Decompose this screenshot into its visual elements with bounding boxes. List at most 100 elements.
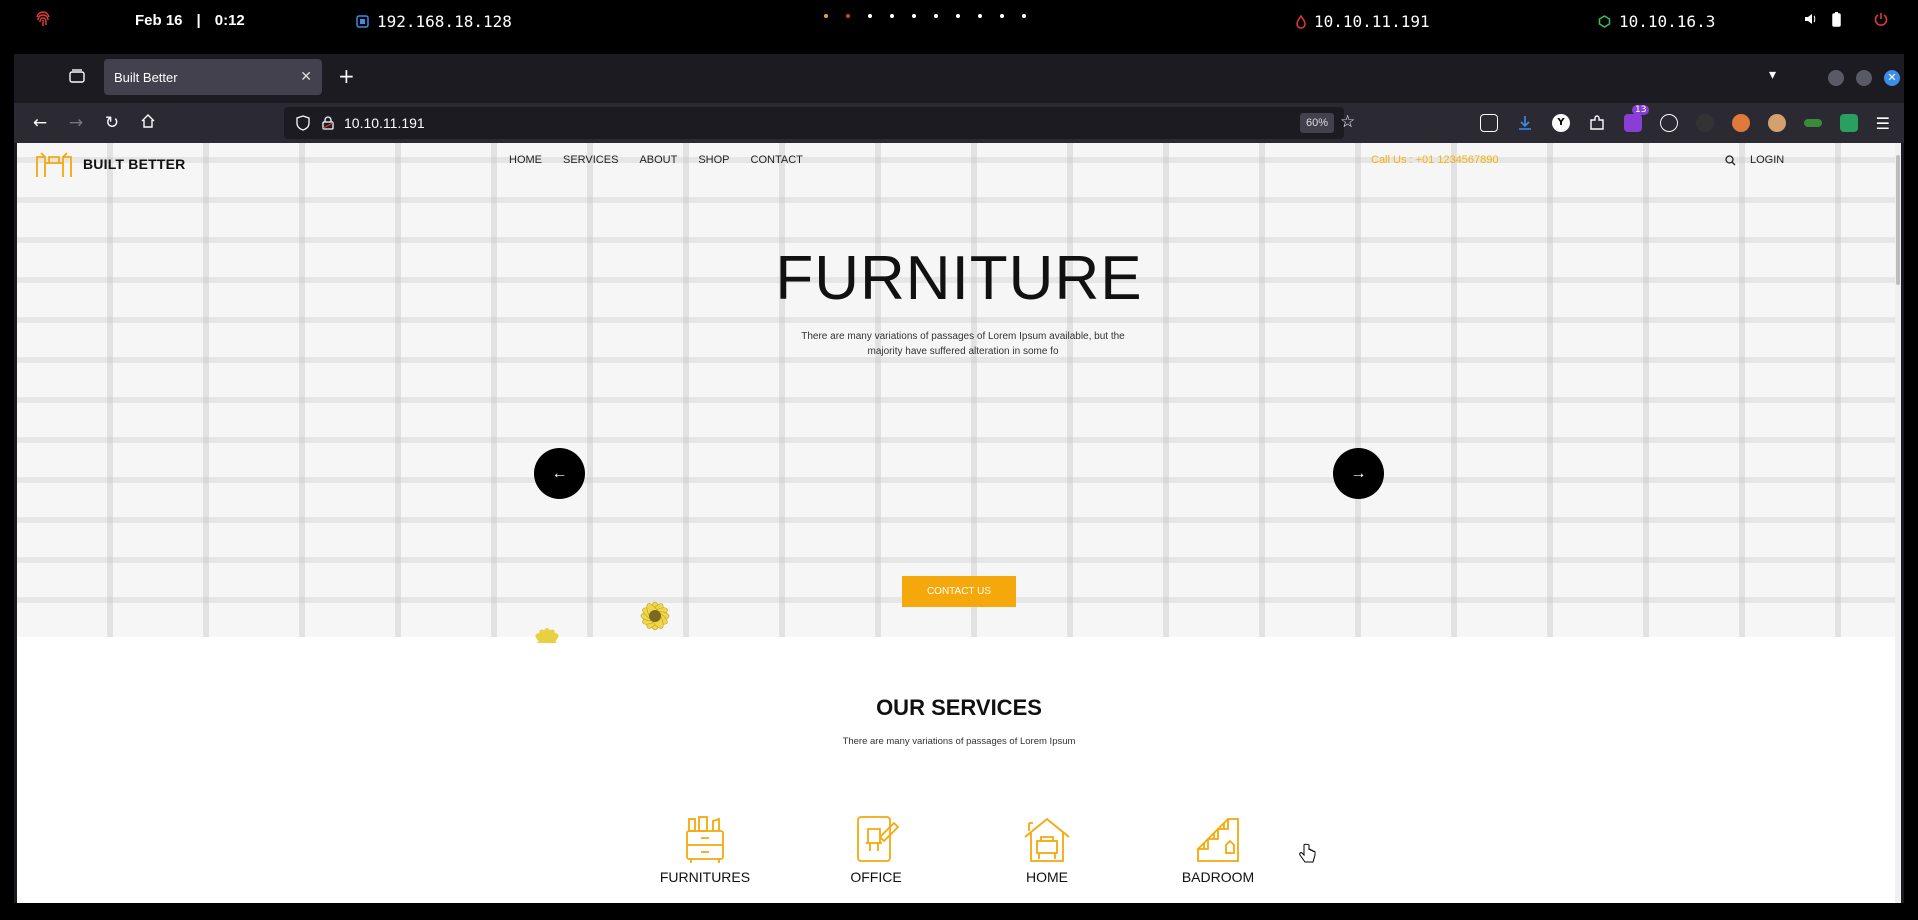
service-item[interactable]: FURNITURES — [645, 813, 765, 885]
maximize-icon[interactable] — [1856, 70, 1872, 86]
page-viewport: BUILT BETTER HOME SERVICES ABOUT SHOP CO… — [17, 143, 1901, 903]
url-text[interactable]: 10.10.11.191 — [344, 115, 425, 131]
minimize-icon[interactable] — [1828, 70, 1844, 86]
carousel-next-button[interactable]: → — [1333, 448, 1384, 499]
extension-face-icon[interactable] — [1732, 114, 1750, 132]
workspace-dots[interactable] — [824, 14, 1026, 18]
close-tab-icon[interactable]: ✕ — [300, 68, 312, 85]
forward-icon[interactable]: → — [66, 113, 86, 133]
cookie-icon[interactable] — [1660, 114, 1678, 132]
bookmark-star-icon[interactable]: ☆ — [1340, 112, 1355, 132]
extension-purple-icon[interactable] — [1624, 114, 1642, 132]
power-icon[interactable] — [1874, 12, 1888, 26]
address-bar[interactable]: 10.10.11.191 60% ☆ — [284, 107, 1355, 139]
logo-icon — [36, 152, 72, 177]
home-icon[interactable] — [138, 113, 158, 133]
extension-avatar-icon[interactable] — [1768, 114, 1786, 132]
os-date-separator: | — [196, 12, 201, 29]
shield-icon — [296, 115, 310, 131]
service-label: BADROOM — [1181, 869, 1255, 885]
hat-icon[interactable] — [1696, 114, 1714, 132]
zoom-level[interactable]: 60% — [1300, 113, 1335, 133]
extension-green-icon[interactable] — [1804, 119, 1822, 127]
os-time: 0:12 — [214, 12, 245, 29]
os-date: Feb 16 — [135, 12, 183, 29]
new-tab-icon[interactable]: + — [338, 66, 355, 86]
workspace-dot[interactable] — [868, 14, 872, 18]
hero-section: BUILT BETTER HOME SERVICES ABOUT SHOP CO… — [17, 143, 1901, 643]
service-label: OFFICE — [850, 869, 902, 885]
workspace-dot[interactable] — [890, 14, 894, 18]
vm-ip: 192.168.18.128 — [377, 12, 512, 31]
close-window-icon[interactable]: ✕ — [1884, 70, 1900, 86]
nav-services[interactable]: SERVICES — [563, 154, 618, 166]
browser-window: Built Better ✕ + ▾ ✕ ← → ↻ 10.10.11.191 … — [14, 54, 1904, 903]
chevron-down-icon[interactable]: ▾ — [1769, 67, 1776, 83]
puzzle-icon[interactable] — [1588, 114, 1606, 132]
pocket-icon[interactable] — [1480, 114, 1498, 132]
services-title: OUR SERVICES — [876, 695, 1042, 720]
hero-description: There are many variations of passages of… — [801, 331, 1125, 357]
workspace-dot[interactable] — [956, 14, 960, 18]
stairs-icon — [1197, 818, 1239, 862]
os-top-bar: Feb 16 | 0:12 192.168.18.128 10.10.11.19… — [0, 0, 1918, 42]
reload-icon[interactable]: ↻ — [102, 113, 122, 133]
flower-decoration — [535, 628, 559, 643]
page-scrollbar[interactable] — [1895, 143, 1901, 903]
flower-decoration — [640, 601, 670, 631]
volume-icon[interactable] — [1804, 13, 1818, 25]
carousel-prev-button[interactable]: ← — [534, 448, 585, 499]
vpn-ip: 10.10.16.3 — [1619, 12, 1716, 31]
service-item[interactable]: HOME — [987, 813, 1107, 885]
nav-toolbar: ← → ↻ 10.10.11.191 60% ☆ Y 13 ☰ — [14, 103, 1904, 143]
vm-ip-widget: 192.168.18.128 — [356, 12, 512, 31]
target-ip-widget: 10.10.11.191 — [1296, 12, 1430, 31]
tab-active[interactable]: Built Better ✕ — [104, 59, 322, 95]
login-link[interactable]: LOGIN — [1750, 154, 1784, 166]
os-datetime: Feb 16 | 0:12 — [135, 12, 245, 29]
nav-shop[interactable]: SHOP — [698, 154, 729, 166]
back-icon[interactable]: ← — [30, 113, 50, 133]
cabinet-icon — [686, 816, 724, 863]
workspace-dot[interactable] — [1022, 14, 1026, 18]
workspace-dot[interactable] — [912, 14, 916, 18]
battery-icon[interactable] — [1832, 12, 1841, 27]
tab-strip: Built Better ✕ + ▾ ✕ — [14, 54, 1904, 103]
workspace-dot[interactable] — [978, 14, 982, 18]
download-icon[interactable] — [1516, 114, 1534, 132]
extension-y-icon[interactable]: Y — [1552, 114, 1570, 132]
house-icon — [1024, 817, 1070, 862]
office-chair-icon — [857, 816, 900, 862]
nav-contact[interactable]: CONTACT — [751, 154, 803, 166]
extension-chart-icon[interactable] — [1840, 114, 1858, 132]
search-icon[interactable] — [1725, 155, 1736, 166]
target-icon — [1296, 14, 1306, 29]
workspace-dot[interactable] — [1000, 14, 1004, 18]
main-nav: HOME SERVICES ABOUT SHOP CONTACT — [509, 154, 803, 166]
services-subtitle: There are many variations of passages of… — [842, 736, 1076, 747]
lock-icon — [322, 116, 334, 130]
nav-home[interactable]: HOME — [509, 154, 542, 166]
brand-name: BUILT BETTER — [83, 156, 186, 172]
tab-title: Built Better — [114, 69, 178, 85]
site-logo[interactable]: BUILT BETTER — [35, 149, 185, 179]
workspace-dot[interactable] — [934, 14, 938, 18]
workspace-dot[interactable] — [824, 14, 828, 18]
target-ip: 10.10.11.191 — [1314, 12, 1430, 31]
phone-number[interactable]: Call Us : +01 1234567890 — [1371, 154, 1499, 166]
contact-us-button[interactable]: CONTACT US — [902, 576, 1016, 607]
hero-title: FURNITURE — [775, 244, 1143, 313]
service-label: HOME — [1026, 869, 1068, 885]
tab-list-icon[interactable] — [68, 67, 86, 85]
nav-about[interactable]: ABOUT — [639, 154, 677, 166]
scrollbar-thumb[interactable] — [1896, 155, 1900, 285]
fingerprint-icon[interactable] — [36, 11, 50, 29]
service-label: FURNITURES — [659, 869, 751, 885]
service-item[interactable]: BADROOM — [1158, 813, 1278, 885]
vpn-icon — [1598, 15, 1611, 28]
vpn-ip-widget: 10.10.16.3 — [1598, 12, 1715, 31]
menu-icon[interactable]: ☰ — [1876, 114, 1890, 133]
extension-badge: 13 — [1632, 105, 1650, 115]
service-item[interactable]: OFFICE — [816, 813, 936, 885]
workspace-dot[interactable] — [846, 14, 850, 18]
